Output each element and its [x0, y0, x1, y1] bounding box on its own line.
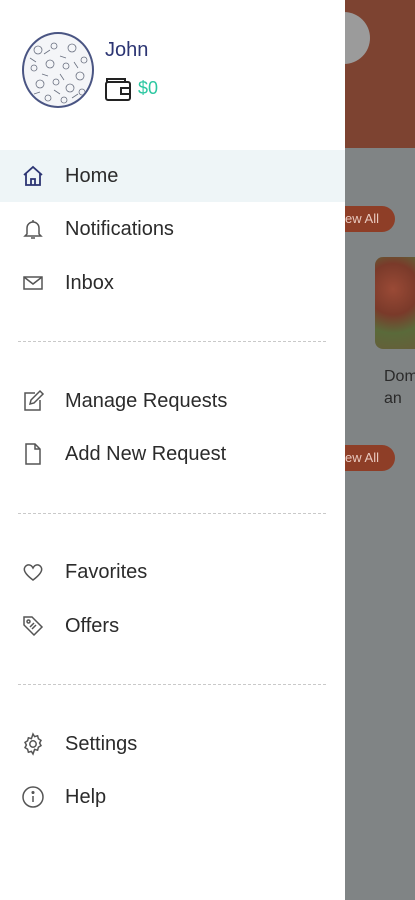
menu-label-offers: Offers [65, 614, 120, 637]
tag-icon [20, 613, 46, 639]
profile-header[interactable]: John $0 [0, 0, 345, 148]
menu-label-manage-requests: Manage Requests [65, 389, 228, 412]
edit-icon [20, 388, 46, 414]
background-food-image [375, 257, 415, 349]
mail-icon [20, 270, 46, 296]
menu-item-favorites[interactable]: Favorites [0, 546, 345, 598]
menu-label-favorites: Favorites [65, 560, 148, 583]
menu-label-help: Help [65, 785, 107, 808]
background-card-title: Dom an [384, 366, 415, 410]
document-icon [20, 441, 46, 467]
menu-item-add-new-request[interactable]: Add New Request [0, 428, 345, 480]
divider [18, 684, 326, 685]
divider [18, 513, 326, 514]
avatar-pattern [29, 42, 88, 104]
menu-item-help[interactable]: Help [0, 771, 345, 823]
user-name: John [105, 39, 149, 61]
wallet-balance: $0 [138, 78, 159, 98]
background-card-title-line2: an [384, 390, 402, 407]
menu-label-notifications: Notifications [65, 217, 174, 240]
background-card-title-line1: Dom [384, 368, 415, 385]
menu-item-offers[interactable]: Offers [0, 600, 345, 652]
menu-item-notifications[interactable]: Notifications [0, 203, 345, 255]
info-icon [20, 784, 46, 810]
menu-label-add-new-request: Add New Request [65, 442, 227, 465]
avatar[interactable] [22, 32, 94, 108]
gear-icon [20, 731, 46, 757]
menu-item-manage-requests[interactable]: Manage Requests [0, 375, 345, 427]
home-icon [20, 163, 46, 189]
menu-label-settings: Settings [65, 732, 138, 755]
bell-icon [20, 216, 46, 242]
navigation-drawer: John $0 Home Notifications Inbox Manage … [0, 0, 345, 900]
menu-item-home[interactable]: Home [0, 150, 345, 202]
divider [18, 341, 326, 342]
wallet-icon [104, 76, 132, 107]
menu-label-home: Home [65, 164, 119, 187]
heart-icon [20, 559, 46, 585]
menu-item-settings[interactable]: Settings [0, 718, 345, 770]
menu-label-inbox: Inbox [65, 271, 114, 294]
menu-item-inbox[interactable]: Inbox [0, 257, 345, 309]
